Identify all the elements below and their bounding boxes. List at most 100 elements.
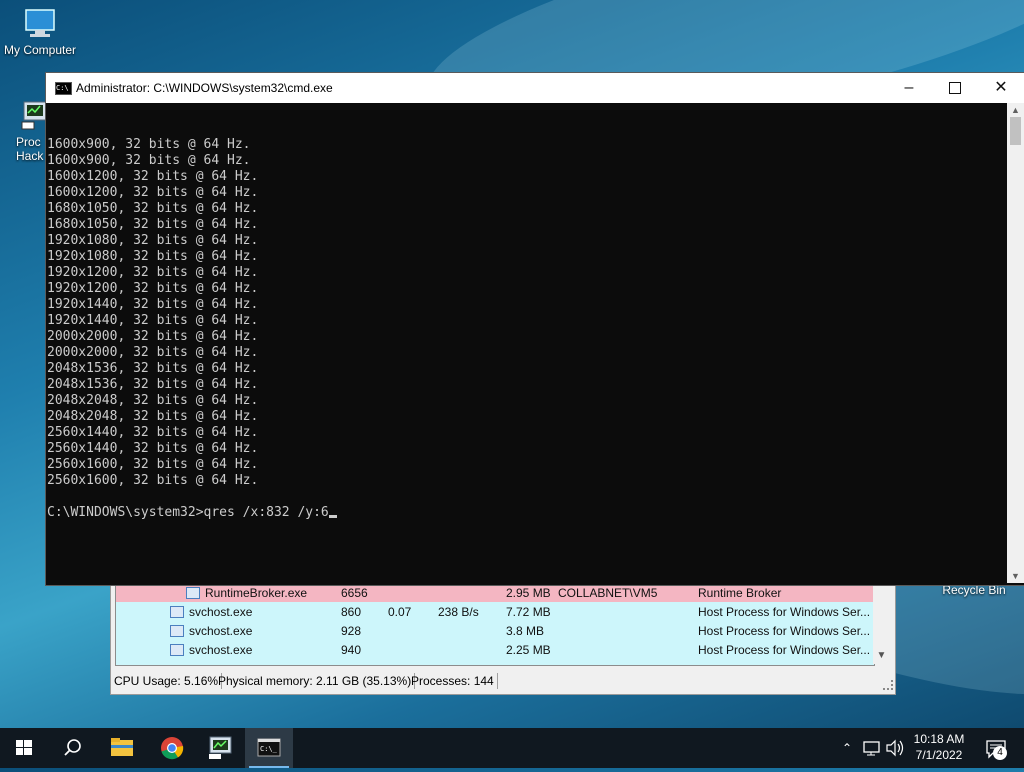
process-row[interactable]: svchost.exe 860 0.07 238 B/s 7.72 MB Host Pro… <box>116 602 874 621</box>
console-line: 1920x1080, 32 bits @ 64 Hz. <box>47 249 259 264</box>
minimize-button[interactable]: – <box>886 73 932 103</box>
console-line: 1600x900, 32 bits @ 64 Hz. <box>47 153 251 168</box>
console-line: 1600x1200, 32 bits @ 64 Hz. <box>47 169 259 184</box>
volume-icon <box>886 739 904 757</box>
scroll-down-icon[interactable]: ▼ <box>873 648 890 664</box>
console-line: 1680x1050, 32 bits @ 64 Hz. <box>47 201 259 216</box>
process-hacker-icon <box>18 100 46 132</box>
console-line: 2048x1536, 32 bits @ 64 Hz. <box>47 377 259 392</box>
cpu-usage-status: CPU Usage: 5.16% <box>111 673 223 689</box>
process-name: RuntimeBroker.exe <box>205 586 308 600</box>
taskbar-file-explorer[interactable] <box>98 728 146 768</box>
taskbar: C:\_ ⌃ 10:18 AM 7/1/2022 4 <box>0 728 1024 768</box>
console-line: 1920x1440, 32 bits @ 64 Hz. <box>47 313 259 328</box>
clock[interactable]: 10:18 AM 7/1/2022 <box>908 728 970 772</box>
console-line: 1920x1200, 32 bits @ 64 Hz. <box>47 281 259 296</box>
process-pid: 928 <box>341 624 362 638</box>
clock-date: 7/1/2022 <box>915 748 963 762</box>
show-hidden-icons-button[interactable]: ⌃ <box>838 728 856 768</box>
console-line: 1920x1200, 32 bits @ 64 Hz. <box>47 265 259 280</box>
console-scrollbar[interactable]: ▲ ▼ <box>1007 103 1024 583</box>
text-cursor <box>328 515 337 518</box>
command-prompt: C:\WINDOWS\system32>qres /x:832 /y:6 <box>47 505 329 520</box>
process-list: RuntimeBroker.exe 6656 2.95 MB COLLABNET\VM… <box>115 582 875 666</box>
console-line: 2000x2000, 32 bits @ 64 Hz. <box>47 345 259 360</box>
cmd-window[interactable]: C:\ Administrator: C:\WINDOWS\system32\c… <box>45 72 1024 586</box>
process-name: svchost.exe <box>189 605 253 619</box>
process-mem: 2.25 MB <box>506 643 551 657</box>
process-desc: Host Process for Windows Ser... <box>698 624 871 638</box>
maximize-icon <box>949 81 961 94</box>
console-line: 1920x1440, 32 bits @ 64 Hz. <box>47 297 259 312</box>
command-prompt-line[interactable]: C:\WINDOWS\system32>qres /x:832 /y:6 <box>47 505 1005 521</box>
scroll-up-icon[interactable]: ▲ <box>1007 103 1024 117</box>
process-cpu: 0.07 <box>388 605 412 619</box>
chrome-icon <box>161 737 184 760</box>
process-name: svchost.exe <box>189 624 253 638</box>
console-line: 2000x2000, 32 bits @ 64 Hz. <box>47 329 259 344</box>
taskbar-chrome[interactable] <box>148 728 196 768</box>
console-line: 1600x1200, 32 bits @ 64 Hz. <box>47 185 259 200</box>
chevron-up-icon: ⌃ <box>841 741 853 755</box>
scroll-down-icon[interactable]: ▼ <box>1007 569 1024 583</box>
network-icon <box>863 741 880 756</box>
console-line: 2560x1440, 32 bits @ 64 Hz. <box>47 441 259 456</box>
console-line: 1680x1050, 32 bits @ 64 Hz. <box>47 217 259 232</box>
notification-badge: 4 <box>993 746 1007 760</box>
process-mem: 7.72 MB <box>506 605 551 619</box>
process-desc: Host Process for Windows Ser... <box>698 643 871 657</box>
windows-logo-icon <box>16 740 32 755</box>
taskbar-cmd[interactable]: C:\_ <box>245 728 293 768</box>
maximize-button[interactable] <box>932 73 978 103</box>
processes-status: Processes: 144 <box>408 673 498 689</box>
process-pid: 940 <box>341 643 362 657</box>
search-button[interactable] <box>48 728 96 768</box>
console-line: 1920x1080, 32 bits @ 64 Hz. <box>47 233 259 248</box>
console-line: 2048x2048, 32 bits @ 64 Hz. <box>47 393 259 408</box>
process-row[interactable]: svchost.exe 940 2.25 MB Host Process for Wi… <box>116 640 874 659</box>
physical-memory-status: Physical memory: 2.11 GB (35.13%) <box>215 673 416 689</box>
resize-grip-icon[interactable] <box>883 680 893 690</box>
clock-time: 10:18 AM <box>913 732 965 746</box>
svg-text:C:\_: C:\_ <box>260 745 278 753</box>
console-line: 2560x1600, 32 bits @ 64 Hz. <box>47 457 259 472</box>
process-user: COLLABNET\VM5 <box>558 586 658 600</box>
process-pid: 6656 <box>341 586 368 600</box>
process-list-scrollbar[interactable]: ▼ <box>873 582 890 664</box>
volume-button[interactable] <box>884 728 906 768</box>
process-row[interactable] <box>116 659 874 665</box>
start-button[interactable] <box>0 728 48 768</box>
title-bar[interactable]: C:\ Administrator: C:\WINDOWS\system32\c… <box>46 73 1024 103</box>
console-line: 2048x2048, 32 bits @ 64 Hz. <box>47 409 259 424</box>
search-icon <box>64 739 81 756</box>
scrollbar-thumb[interactable] <box>1010 117 1021 145</box>
process-desc: Host Process for Windows Ser... <box>698 605 871 619</box>
process-mem: 3.8 MB <box>506 624 545 638</box>
process-icon <box>170 606 184 618</box>
process-hacker-icon <box>209 736 232 759</box>
cmd-icon: C:\_ <box>257 738 281 757</box>
console-lines: 1600x900, 32 bits @ 64 Hz. 1600x900, 32 b… <box>47 137 1005 505</box>
process-name: svchost.exe <box>189 643 253 657</box>
network-button[interactable] <box>861 728 883 768</box>
status-bar: CPU Usage: 5.16% Physical memory: 2.11 G… <box>111 670 895 692</box>
close-button[interactable]: ✕ <box>978 73 1024 103</box>
file-explorer-icon <box>111 738 133 756</box>
process-io: 238 B/s <box>438 605 479 619</box>
process-icon <box>170 625 184 637</box>
process-icon <box>186 587 200 599</box>
desktop-icon-my-computer[interactable]: My Computer <box>0 8 80 57</box>
cmd-icon: C:\ <box>55 82 72 95</box>
desktop-icon-label: My Computer <box>3 43 77 57</box>
desktop-icon-label: Proc Hack <box>16 135 44 163</box>
action-center-button[interactable]: 4 <box>978 728 1018 768</box>
taskbar-process-hacker[interactable] <box>197 728 245 768</box>
console-line: 2560x1600, 32 bits @ 64 Hz. <box>47 473 259 488</box>
console-line: 2560x1440, 32 bits @ 64 Hz. <box>47 425 259 440</box>
process-row[interactable]: svchost.exe 928 3.8 MB Host Process for Win… <box>116 621 874 640</box>
process-pid: 860 <box>341 605 362 619</box>
process-mem: 2.95 MB <box>506 586 551 600</box>
desktop-icon-process-hacker[interactable]: Proc Hack <box>0 100 46 163</box>
console-output[interactable]: 1600x900, 32 bits @ 64 Hz. 1600x900, 32 b… <box>47 105 1005 583</box>
